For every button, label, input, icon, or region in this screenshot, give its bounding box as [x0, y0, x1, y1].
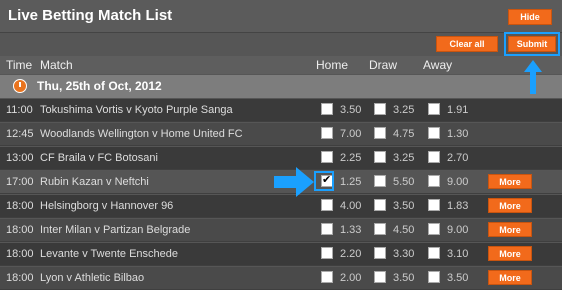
draw-checkbox[interactable]	[374, 223, 386, 235]
draw-odds: 5.50	[393, 176, 415, 188]
home-odds: 2.20	[340, 248, 362, 260]
more-button[interactable]: More	[488, 222, 532, 237]
home-odds: 4.00	[340, 200, 362, 212]
hide-button[interactable]: Hide	[508, 9, 552, 25]
draw-odds: 3.50	[393, 200, 415, 212]
more-button[interactable]: More	[488, 270, 532, 285]
table-row: 18:00 Lyon v Athletic Bilbao 2.00 3.50 3.50 M…	[0, 267, 562, 290]
clear-all-button[interactable]: Clear all	[436, 36, 498, 52]
home-checkbox[interactable]	[321, 127, 333, 139]
column-header-row: Time Match Home Draw Away	[0, 56, 562, 74]
live-betting-panel: Live Betting Match List Hide Clear all S…	[0, 0, 562, 290]
match-time: 18:00	[6, 200, 34, 212]
date-label: Thu, 25th of Oct, 2012	[37, 79, 162, 93]
match-time: 18:00	[6, 272, 34, 284]
away-checkbox[interactable]	[428, 223, 440, 235]
match-time: 18:00	[6, 224, 34, 236]
draw-checkbox[interactable]	[374, 199, 386, 211]
home-odds: 1.25	[340, 176, 362, 188]
home-checkbox[interactable]	[321, 223, 333, 235]
clock-icon	[13, 79, 27, 93]
home-checkbox[interactable]	[321, 199, 333, 211]
draw-checkbox[interactable]	[374, 127, 386, 139]
column-draw: Draw	[369, 58, 398, 72]
arrow-right-icon	[274, 167, 314, 197]
away-odds: 1.83	[447, 200, 469, 212]
home-odds: 1.33	[340, 224, 362, 236]
match-time: 18:00	[6, 248, 34, 260]
match-time: 11:00	[6, 104, 33, 116]
draw-odds: 3.25	[393, 152, 415, 164]
match-name: Lyon v Athletic Bilbao	[40, 272, 145, 284]
match-name: Tokushima Vortis v Kyoto Purple Sanga	[40, 104, 233, 116]
date-group-row: Thu, 25th of Oct, 2012	[0, 75, 562, 98]
away-odds: 3.50	[447, 272, 469, 284]
more-button[interactable]: More	[488, 246, 532, 261]
draw-checkbox[interactable]	[374, 151, 386, 163]
home-checkbox[interactable]	[321, 247, 333, 259]
draw-odds: 3.30	[393, 248, 415, 260]
home-checkbox[interactable]	[321, 151, 333, 163]
column-home: Home	[316, 58, 349, 72]
home-odds: 2.25	[340, 152, 362, 164]
away-odds: 1.30	[447, 128, 469, 140]
draw-checkbox[interactable]	[374, 271, 386, 283]
match-name: Rubin Kazan v Neftchi	[40, 176, 149, 188]
column-away: Away	[423, 58, 453, 72]
table-row: 18:00 Helsingborg v Hannover 96 4.00 3.50 1.…	[0, 195, 562, 218]
match-name: Woodlands Wellington v Home United FC	[40, 128, 243, 140]
draw-odds: 4.75	[393, 128, 415, 140]
home-odds: 3.50	[340, 104, 362, 116]
home-checkbox[interactable]	[321, 103, 333, 115]
draw-checkbox[interactable]	[374, 175, 386, 187]
draw-odds: 4.50	[393, 224, 415, 236]
away-odds: 1.91	[447, 104, 469, 116]
column-time: Time	[6, 58, 33, 72]
match-time: 17:00	[6, 176, 34, 188]
more-button[interactable]: More	[488, 174, 532, 189]
draw-odds: 3.25	[393, 104, 415, 116]
table-row: 18:00 Levante v Twente Enschede 2.20 3.30 3.…	[0, 243, 562, 266]
draw-checkbox[interactable]	[374, 247, 386, 259]
away-odds: 3.10	[447, 248, 469, 260]
draw-odds: 3.50	[393, 272, 415, 284]
home-odds: 7.00	[340, 128, 362, 140]
home-odds: 2.00	[340, 272, 362, 284]
draw-checkbox[interactable]	[374, 103, 386, 115]
table-row: 12:45 Woodlands Wellington v Home United …	[0, 123, 562, 146]
away-checkbox[interactable]	[428, 271, 440, 283]
away-checkbox[interactable]	[428, 199, 440, 211]
match-time: 13:00	[6, 152, 34, 164]
table-row: 18:00 Inter Milan v Partizan Belgrade 1.33…	[0, 219, 562, 242]
submit-button[interactable]: Submit	[508, 36, 556, 52]
away-checkbox[interactable]	[428, 103, 440, 115]
away-odds: 9.00	[447, 176, 469, 188]
away-checkbox[interactable]	[428, 247, 440, 259]
arrow-up-icon	[524, 60, 542, 94]
match-name: Levante v Twente Enschede	[40, 248, 179, 260]
match-time: 12:45	[6, 128, 34, 140]
away-checkbox[interactable]	[428, 127, 440, 139]
match-name: CF Braila v FC Botosani	[40, 152, 158, 164]
match-name: Inter Milan v Partizan Belgrade	[40, 224, 191, 236]
more-button[interactable]: More	[488, 198, 532, 213]
home-checkbox[interactable]	[321, 271, 333, 283]
away-odds: 2.70	[447, 152, 469, 164]
away-checkbox[interactable]	[428, 151, 440, 163]
away-checkbox[interactable]	[428, 175, 440, 187]
table-row: 11:00 Tokushima Vortis v Kyoto Purple San…	[0, 99, 562, 122]
page-title: Live Betting Match List	[8, 7, 173, 24]
match-name: Helsingborg v Hannover 96	[40, 200, 174, 212]
title-bar: Live Betting Match List Hide	[0, 0, 562, 33]
checkbox-highlight-box	[314, 171, 334, 191]
away-odds: 9.00	[447, 224, 469, 236]
column-match: Match	[40, 58, 73, 72]
